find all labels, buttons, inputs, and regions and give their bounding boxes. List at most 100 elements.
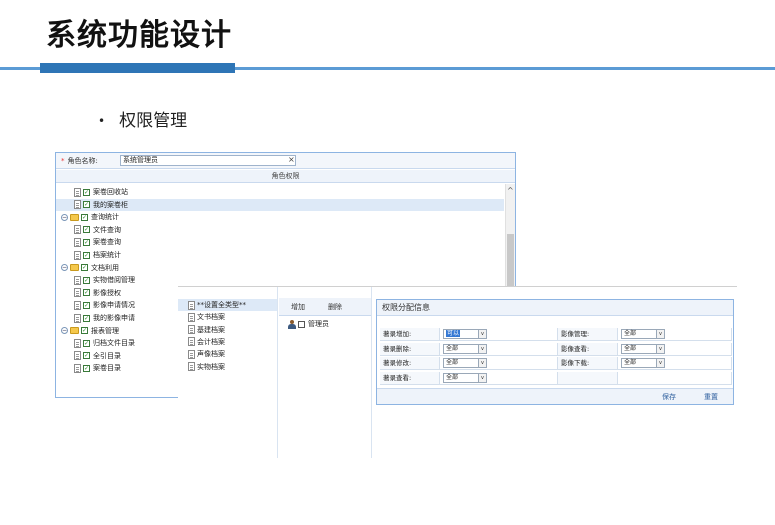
tree-node[interactable]: ✓ 影像申请情况	[74, 299, 135, 311]
tree-checkbox[interactable]: ✓	[83, 289, 90, 297]
tree-checkbox[interactable]: ✓	[83, 339, 90, 347]
tree-node[interactable]: − ✓ 查询统计	[61, 211, 119, 223]
chevron-down-icon[interactable]: v	[656, 344, 664, 353]
doc-icon	[74, 237, 81, 247]
archive-type-list: **设置全类型** 文书档案基建档案 会计档案声像档案实物档案	[178, 287, 278, 458]
user-checkbox[interactable]	[298, 320, 305, 328]
tree-checkbox[interactable]: ✓	[83, 276, 90, 284]
bullet-marker: •	[98, 114, 106, 128]
chevron-down-icon[interactable]: v	[478, 359, 486, 367]
tree-checkbox[interactable]: ✓	[83, 188, 90, 196]
doc-icon	[188, 312, 195, 322]
collapse-toggle-icon[interactable]: −	[61, 213, 68, 221]
tree-node[interactable]: ✓ 我的案卷柜	[56, 198, 504, 211]
tree-node[interactable]: − ✓ 报表管理	[61, 325, 119, 337]
tree-checkbox[interactable]: ✓	[83, 238, 90, 246]
perm-label: 著录删除:	[380, 342, 440, 356]
tree-node[interactable]: ✓ 案卷查询	[74, 236, 121, 248]
tree-node-label: 我的案卷柜	[93, 200, 128, 209]
tree-node-label: 影像申请情况	[93, 301, 135, 310]
perm-value-cell: 全部 v	[618, 328, 732, 341]
archive-type-item[interactable]: 文书档案	[178, 311, 277, 323]
tree-node[interactable]: ✓ 案卷回收站	[74, 186, 128, 198]
doc-icon	[74, 275, 81, 285]
scroll-up-icon[interactable]: ^	[507, 186, 514, 195]
tree-checkbox[interactable]: ✓	[83, 301, 90, 309]
tree-node[interactable]: − ✓ 文档利用	[61, 262, 119, 274]
clear-icon[interactable]: ×	[288, 155, 295, 164]
perm-select[interactable]: 全部 v	[443, 343, 487, 354]
chevron-down-icon[interactable]: v	[478, 330, 486, 338]
archive-type-item[interactable]: **设置全类型**	[178, 299, 277, 311]
tree-node-label: 案卷目录	[93, 364, 121, 373]
tree-checkbox[interactable]: ✓	[83, 364, 90, 372]
save-button[interactable]: 保存	[662, 392, 676, 402]
tree-node[interactable]: ✓ 全引目录	[74, 350, 121, 362]
tree-node-label: 查询统计	[91, 213, 119, 222]
doc-icon	[74, 288, 81, 298]
user-toolbar: 增加 删除	[279, 298, 371, 316]
tree-node-label: 归档文件目录	[93, 339, 135, 348]
archive-type-label: 实物档案	[197, 362, 225, 371]
tree-checkbox[interactable]: ✓	[83, 251, 90, 259]
permission-info-panel: 权限分配信息 著录增加: 可以 v 影像管理: 全部 v 著录删除: 全部 v 影像查看: 全部 v 著…	[376, 299, 734, 405]
perm-select[interactable]: 全部 v	[621, 329, 665, 339]
reset-button[interactable]: 重置	[704, 392, 718, 402]
archive-type-label: **设置全类型**	[197, 301, 246, 309]
tree-checkbox[interactable]: ✓	[83, 201, 90, 209]
doc-icon	[188, 362, 195, 371]
tree-node-label: 文件查询	[93, 225, 121, 234]
collapse-toggle-icon[interactable]: −	[61, 327, 68, 335]
chevron-down-icon[interactable]: v	[656, 330, 664, 338]
tree-node[interactable]: ✓ 案卷目录	[74, 362, 121, 374]
perm-select[interactable]: 全部 v	[443, 372, 487, 383]
tree-checkbox[interactable]: ✓	[81, 213, 88, 221]
collapse-toggle-icon[interactable]: −	[61, 264, 68, 272]
doc-icon	[188, 300, 195, 310]
archive-type-item[interactable]: 基建档案	[178, 324, 277, 336]
permission-assign-window: **设置全类型** 文书档案 基建档案 会计档案 声像档案 实物档案 增加 删除 管理员 …	[178, 286, 737, 458]
required-mark: *	[61, 157, 65, 165]
tree-checkbox[interactable]: ✓	[81, 327, 88, 335]
tree-node[interactable]: ✓ 实物借阅管理	[74, 274, 135, 286]
perm-value-cell	[618, 371, 732, 385]
chevron-down-icon[interactable]: v	[478, 373, 486, 382]
tree-node[interactable]: ✓ 归档文件目录	[74, 337, 135, 349]
chevron-down-icon[interactable]: v	[656, 359, 664, 367]
perm-select[interactable]: 全部 v	[443, 358, 487, 368]
archive-type-item[interactable]: 声像档案	[178, 348, 277, 360]
perm-label	[558, 371, 618, 385]
tree-node-label: 案卷查询	[93, 238, 121, 247]
tree-checkbox[interactable]: ✓	[81, 264, 88, 272]
perm-select[interactable]: 全部 v	[621, 358, 665, 368]
archive-type-label: 会计档案	[197, 337, 225, 346]
archive-type-item[interactable]: 会计档案	[178, 336, 277, 348]
chevron-down-icon[interactable]: v	[478, 344, 486, 353]
tree-node[interactable]: ✓ 我的影像申请	[74, 312, 135, 324]
tree-node[interactable]: ✓ 文件查询	[74, 224, 121, 236]
role-name-bar: * 角色名称: 系统管理员 ×	[56, 153, 515, 169]
panel-title: 权限分配信息	[377, 300, 733, 316]
archive-type-item[interactable]: 实物档案	[178, 361, 277, 373]
role-name-input[interactable]: 系统管理员	[120, 155, 296, 166]
perm-label: 著录增加:	[380, 328, 440, 341]
tree-node[interactable]: ✓ 档案统计	[74, 249, 121, 261]
doc-icon	[74, 300, 81, 310]
perm-select[interactable]: 全部 v	[621, 343, 665, 354]
tree-checkbox[interactable]: ✓	[83, 352, 90, 360]
tree-checkbox[interactable]: ✓	[83, 226, 90, 234]
doc-icon	[74, 351, 81, 361]
tree-checkbox[interactable]: ✓	[83, 314, 90, 322]
archive-type-label: 文书档案	[197, 313, 225, 322]
perm-select[interactable]: 可以 v	[443, 329, 487, 339]
user-row[interactable]: 管理员	[288, 318, 329, 330]
tree-node-label: 案卷回收站	[93, 188, 128, 196]
doc-icon	[188, 337, 195, 347]
delete-button[interactable]: 删除	[328, 302, 342, 312]
panel-footer: 保存 重置	[377, 388, 733, 404]
tree-node-label: 实物借阅管理	[93, 276, 135, 285]
perm-label: 著录修改:	[380, 357, 440, 370]
tree-node[interactable]: ✓ 影像授权	[74, 287, 121, 299]
tree-node-label: 档案统计	[93, 251, 121, 259]
add-button[interactable]: 增加	[291, 302, 305, 312]
